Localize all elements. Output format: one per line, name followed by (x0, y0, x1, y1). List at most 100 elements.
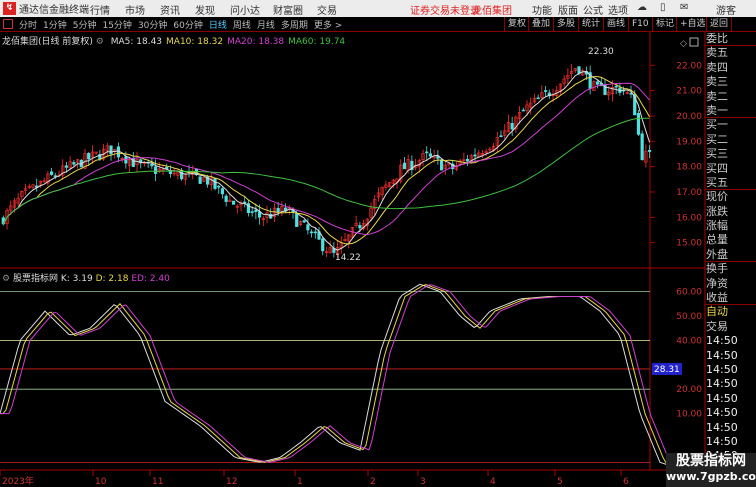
candle (295, 213, 299, 227)
side-panel-row[interactable]: 14:50 (706, 349, 756, 363)
side-panel-row[interactable]: 委比 (706, 32, 756, 47)
y-tick-label: 19.00 (676, 137, 702, 147)
candle (231, 200, 236, 205)
side-panel-row[interactable]: 买一 (706, 118, 756, 132)
ma60-line (2, 117, 650, 225)
side-panel-row[interactable]: 交易 (706, 320, 756, 334)
side-panel-row[interactable]: 买三 (706, 147, 756, 161)
candle (465, 158, 470, 162)
side-panel-row[interactable]: 涨跌 (706, 205, 756, 219)
candle (439, 159, 444, 171)
candle (306, 224, 310, 231)
y-tick-label: 16.00 (676, 213, 702, 223)
side-panel-row[interactable]: 14:50 (706, 334, 756, 348)
settings-icon[interactable]: ⚙ (96, 37, 104, 47)
candle (595, 81, 600, 85)
candle (577, 66, 581, 74)
x-tick-label: 3 (420, 477, 426, 487)
ed-line (0, 284, 700, 472)
candle (640, 133, 644, 161)
x-tick-label: 4 (490, 477, 496, 487)
candle (64, 165, 69, 168)
x-tick-label: 2023年 (2, 475, 34, 487)
candle (213, 177, 217, 189)
y-tick-label: 15.00 (676, 239, 702, 249)
side-panel-row[interactable]: 自动 (706, 305, 756, 319)
k-line (0, 283, 700, 475)
side-panel-row[interactable]: 买四 (706, 162, 756, 176)
side-panel-row[interactable]: 14:50 (706, 435, 756, 449)
side-panel-row[interactable]: 14:50 (706, 421, 756, 435)
candle (269, 213, 273, 219)
quote-side-panel: 委比 卖五 卖四 卖三 卖二 卖一 买一 买二 买三 买四 买五 现价 涨跌 涨幅 总量 外盘 换手 净资 收益 自动… (706, 32, 756, 464)
candle (165, 166, 169, 170)
candle (153, 166, 158, 174)
side-panel-row[interactable]: 外盘 (706, 248, 756, 263)
diamond-icon[interactable]: ◇ (680, 39, 687, 49)
indicator-y-label: 20.00 (676, 385, 702, 395)
side-panel-row[interactable]: 换手 (706, 262, 756, 276)
y-tick-label: 22.00 (676, 61, 702, 71)
side-panel-row[interactable]: 现价 (706, 190, 756, 204)
side-panel-row[interactable]: 涨幅 (706, 219, 756, 233)
d-line (0, 284, 700, 474)
settings-icon[interactable]: ⚙ (2, 274, 10, 284)
side-panel-row[interactable]: 卖二 (706, 90, 756, 104)
panel-icon[interactable] (689, 37, 699, 47)
x-tick-label: 2 (370, 477, 376, 487)
side-panel-row[interactable]: 净资 (706, 277, 756, 291)
candle (321, 238, 325, 252)
side-panel-row[interactable]: 卖一 (706, 104, 756, 119)
side-panel-row[interactable]: 收益 (706, 291, 756, 306)
side-panel-row[interactable]: 卖四 (706, 61, 756, 75)
candle (254, 209, 258, 212)
candle (250, 211, 254, 213)
candle (428, 153, 433, 157)
candle (402, 162, 407, 170)
indicator-header: ⚙ 股票指标网 K: 3.19 D: 2.18 ED: 2.40 (2, 271, 170, 284)
x-tick-label: 5 (557, 477, 563, 487)
candle (358, 225, 362, 229)
side-panel-row[interactable]: 买二 (706, 133, 756, 147)
candle (536, 97, 540, 100)
candle (473, 154, 477, 157)
y-tick-label: 21.00 (676, 87, 702, 97)
x-tick-label: 1 (297, 477, 303, 487)
candle (224, 195, 228, 202)
side-panel-row[interactable]: 14:50 (706, 406, 756, 420)
side-panel-row[interactable]: 14:50 (706, 377, 756, 391)
side-panel-row[interactable]: 买五 (706, 176, 756, 191)
y-tick-label: 17.00 (676, 188, 702, 198)
ma-label: MA60: 19.74 (288, 37, 346, 47)
x-tick-label: 6 (623, 477, 629, 487)
chart-title: 龙佰集团(日线 前复权) (2, 37, 93, 47)
candle (276, 208, 280, 213)
candle (220, 188, 225, 195)
indicator-y-label: 10.00 (676, 410, 702, 420)
candle (109, 145, 113, 155)
indicator-y-label: 50.00 (676, 312, 702, 322)
y-tick-label: 18.00 (676, 163, 702, 173)
price-chart-header: 龙佰集团(日线 前复权) ⚙ MA5: 18.43 MA10: 18.32 MA20… (2, 34, 345, 47)
side-panel-row[interactable]: 14:50 (706, 363, 756, 377)
side-panel-row[interactable]: 卖五 (706, 46, 756, 60)
candle (217, 185, 221, 188)
candle (87, 152, 91, 160)
candle (614, 85, 618, 88)
indicator-y-label: 60.00 (676, 288, 702, 298)
candle (309, 231, 314, 234)
ma-label: MA10: 18.32 (166, 37, 224, 47)
candle (49, 171, 54, 175)
side-panel-row[interactable]: 14:50 (706, 392, 756, 406)
indicator-y-label: 40.00 (676, 336, 702, 346)
chart-canvas[interactable]: 22.00 21.00 20.00 19.00 18.00 17.00 16.00 15.00… (0, 0, 756, 487)
candle (510, 123, 514, 130)
candle (499, 135, 503, 138)
side-panel-row[interactable]: 卖三 (706, 75, 756, 89)
watermark: 股票指标网 www.7gpzb.com (666, 453, 756, 487)
high-price-label: 22.30 (588, 47, 614, 57)
x-tick-label: 12 (226, 477, 237, 487)
low-price-label: 14.22 (335, 253, 361, 263)
side-panel-row[interactable]: 总量 (706, 233, 756, 247)
candle (543, 90, 548, 92)
